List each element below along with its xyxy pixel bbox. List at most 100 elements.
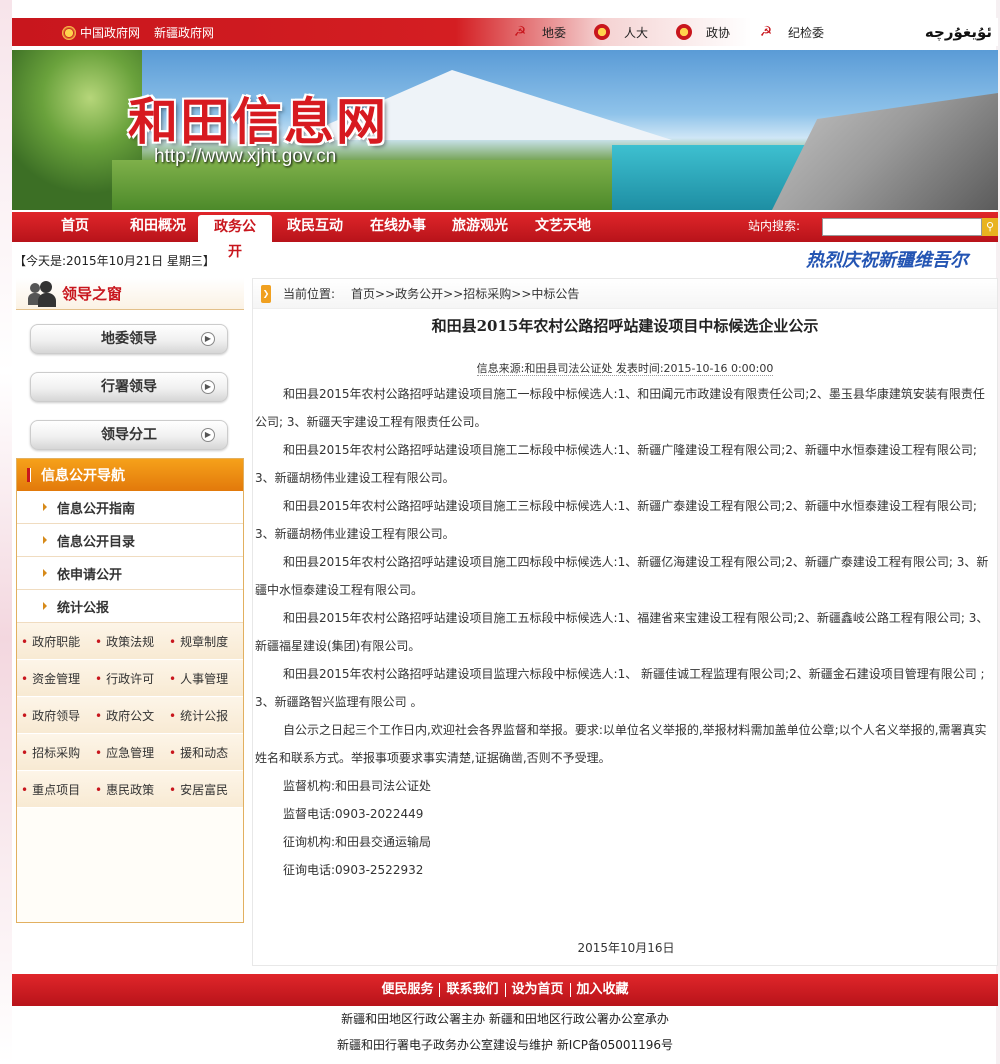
leader-duties-button[interactable]: 领导分工 ▶ (30, 420, 228, 450)
footer-links-bar: 便民服务 联系我们 设为首页 加入收藏 (12, 974, 998, 1006)
prefecture-leaders-label: 地委领导 (101, 331, 157, 347)
category-row: 政府领导 政府公文 统计公报 (17, 697, 243, 734)
nav-item-home[interactable]: 首页 (32, 212, 118, 242)
info-disclosure-header: 信息公开导航 (17, 459, 243, 491)
info-item-request[interactable]: 依申请公开 (17, 557, 243, 590)
site-search-input[interactable] (822, 218, 982, 236)
article-paragraph: 和田县2015年农村公路招呼站建设项目施工二标段中标候选人:1、新疆广隆建设工程… (255, 443, 977, 485)
breadcrumb-path[interactable]: 首页>>政务公开>>招标采购>>中标公告 (351, 285, 579, 302)
breadcrumb: ❯ 当前位置: 首页>>政务公开>>招标采购>>中标公告 (253, 279, 997, 309)
category-link[interactable]: 援和动态 (165, 744, 239, 761)
category-link[interactable]: 行政许可 (91, 670, 165, 687)
top-links-right: ☭ 地委 人大 政协 ☭ 纪检委 (512, 18, 824, 46)
info-item-guide[interactable]: 信息公开指南 (17, 491, 243, 524)
category-link[interactable]: 政府领导 (17, 707, 91, 724)
site-logo-title: 和田信息网 (128, 92, 388, 151)
category-link[interactable]: 安居富民 (165, 781, 239, 798)
nav-item-online-services[interactable]: 在线办事 (358, 212, 438, 242)
header-banner: 和田信息网 http://www.xjht.gov.cn (12, 50, 998, 210)
footer-organizer: 新疆和田地区行政公署主办 新疆和田地区行政公署办公室承办 (341, 1012, 669, 1026)
category-link[interactable]: 规章制度 (165, 633, 239, 650)
article-paragraph: 和田县2015年农村公路招呼站建设项目监理六标段中标候选人:1、 新疆佳诚工程监… (255, 667, 985, 709)
nav-item-interaction[interactable]: 政民互动 (272, 212, 358, 242)
section-bar-icon (27, 468, 31, 482)
admin-leaders-label: 行署领导 (101, 379, 157, 395)
footer-link-bookmark[interactable]: 加入收藏 (571, 983, 635, 997)
category-link[interactable]: 招标采购 (17, 744, 91, 761)
admin-leaders-button[interactable]: 行署领导 ▶ (30, 372, 228, 402)
breadcrumb-arrow-icon: ❯ (261, 284, 271, 303)
search-button[interactable]: ⚲ (982, 218, 998, 236)
category-link[interactable]: 政策法规 (91, 633, 165, 650)
article-meta-text: 信息来源:和田县司法公证处 发表时间:2015-10-16 0:00:00 (476, 362, 774, 376)
category-link[interactable]: 惠民政策 (91, 781, 165, 798)
site-search-label: 站内搜索: (748, 219, 801, 233)
info-item-catalog[interactable]: 信息公开目录 (17, 524, 243, 557)
arrow-right-icon: ▶ (201, 332, 215, 346)
prefecture-committee-label: 地委 (542, 25, 567, 40)
footer-icp: 新疆和田行署电子政务办公室建设与维护 新ICP备05001196号 (336, 1038, 674, 1052)
category-grid: 政府职能 政策法规 规章制度 资金管理 行政许可 人事管理 政府领导 政府公文 … (17, 623, 243, 808)
china-gov-link[interactable]: 中国政府网 (62, 24, 140, 41)
category-link[interactable]: 人事管理 (165, 670, 239, 687)
article-sign-date: 2015年10月16日 (577, 941, 675, 955)
prefecture-leaders-button[interactable]: 地委领导 ▶ (30, 324, 228, 354)
party-emblem-icon: ☭ (759, 24, 773, 40)
category-row: 招标采购 应急管理 援和动态 (17, 734, 243, 771)
current-date: 【今天是:2015年10月21日 星期三】 (14, 254, 215, 268)
info-item-statistics[interactable]: 统计公报 (17, 590, 243, 623)
nav-item-tourism[interactable]: 旅游观光 (438, 212, 522, 242)
page-wrapper: 中国政府网 新疆政府网 ☭ 地委 人大 政协 ☭ 纪检委 ئۇيغۇرچە 和田信息… (12, 0, 998, 1064)
leader-duties-label: 领导分工 (101, 427, 157, 443)
nav-item-culture[interactable]: 文艺天地 (522, 212, 604, 242)
category-row: 政府职能 政策法规 规章制度 (17, 623, 243, 660)
category-link[interactable]: 政府职能 (17, 633, 91, 650)
triangle-bullet-icon (43, 602, 47, 610)
footer-link-set-homepage[interactable]: 设为首页 (506, 983, 571, 997)
peoples-congress-link[interactable]: 人大 (594, 24, 648, 41)
article-title: 和田县2015年农村公路招呼站建设项目中标候选企业公示 (431, 317, 819, 335)
people-icon (28, 280, 58, 307)
nav-item-overview[interactable]: 和田概况 (118, 212, 198, 242)
category-link[interactable]: 应急管理 (91, 744, 165, 761)
leaders-window: 领导之窗 地委领导 ▶ 行署领导 ▶ 领导分工 ▶ (16, 278, 244, 454)
discipline-committee-label: 纪检委 (788, 25, 825, 40)
main-nav-items: 首页 和田概况 政务公开 政民互动 在线办事 旅游观光 文艺天地 (12, 212, 604, 260)
article-paragraph: 和田县2015年农村公路招呼站建设项目施工一标段中标候选人:1、和田阗元市政建设… (255, 387, 985, 429)
arrow-right-icon: ▶ (201, 428, 215, 442)
left-sidebar: 领导之窗 地委领导 ▶ 行署领导 ▶ 领导分工 ▶ 信息公开导航 信息公开指南 … (16, 278, 244, 923)
breadcrumb-label: 当前位置: (283, 287, 336, 301)
page-left-border (0, 0, 12, 1064)
triangle-bullet-icon (43, 569, 47, 577)
discipline-committee-link[interactable]: ☭ 纪检委 (758, 24, 824, 41)
article-panel: ❯ 当前位置: 首页>>政务公开>>招标采购>>中标公告 和田县2015年农村公… (252, 278, 998, 966)
main-nav: 首页 和田概况 政务公开 政民互动 在线办事 旅游观光 文艺天地 站内搜索: ⚲ (12, 212, 998, 260)
category-link[interactable]: 政府公文 (91, 707, 165, 724)
article-paragraph: 监督电话:0903-2022449 (283, 807, 424, 821)
footer-link-services[interactable]: 便民服务 (375, 983, 441, 997)
national-emblem-icon (594, 24, 611, 40)
top-links-left: 中国政府网 新疆政府网 (62, 18, 214, 46)
date-bar: 【今天是:2015年10月21日 星期三】 热烈庆祝新疆维吾尔 (12, 248, 998, 274)
prefecture-committee-link[interactable]: ☭ 地委 (512, 24, 566, 41)
leaders-window-header: 领导之窗 (16, 278, 244, 310)
nav-item-gov-affairs[interactable]: 政务公开 (198, 215, 272, 260)
category-link[interactable]: 资金管理 (17, 670, 91, 687)
xinjiang-gov-link[interactable]: 新疆政府网 (154, 24, 214, 41)
footer-link-contact[interactable]: 联系我们 (440, 983, 506, 997)
national-emblem-icon (62, 26, 76, 40)
uyghur-language-link[interactable]: ئۇيغۇرچە (925, 18, 992, 46)
peoples-congress-label: 人大 (624, 25, 649, 40)
arrow-right-icon: ▶ (201, 380, 215, 394)
info-item-guide-label: 信息公开指南 (57, 501, 136, 517)
article-meta: 信息来源:和田县司法公证处 发表时间:2015-10-16 0:00:00 (253, 360, 997, 376)
article-paragraph: 和田县2015年农村公路招呼站建设项目施工三标段中标候选人:1、新疆广泰建设工程… (255, 499, 977, 541)
triangle-bullet-icon (43, 503, 47, 511)
info-item-catalog-label: 信息公开目录 (57, 534, 136, 550)
cppcc-link[interactable]: 政协 (676, 24, 730, 41)
party-emblem-icon: ☭ (513, 24, 527, 40)
category-link[interactable]: 统计公报 (165, 707, 239, 724)
info-disclosure-nav: 信息公开导航 信息公开指南 信息公开目录 依申请公开 统计公报 政府职能 政策法… (16, 458, 244, 923)
category-link[interactable]: 重点项目 (17, 781, 91, 798)
category-row: 重点项目 惠民政策 安居富民 (17, 771, 243, 808)
